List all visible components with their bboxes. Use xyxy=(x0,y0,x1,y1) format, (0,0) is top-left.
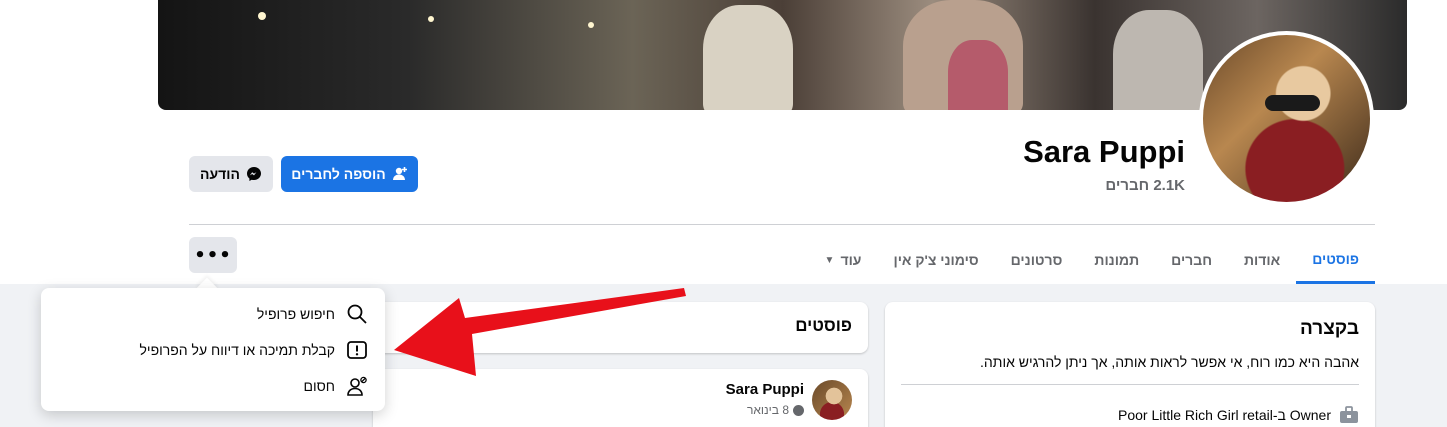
intro-divider xyxy=(901,384,1359,385)
tab-friends-label: חברים xyxy=(1171,252,1212,268)
profile-avatar[interactable] xyxy=(1199,31,1374,206)
tab-posts[interactable]: פוסטים xyxy=(1296,236,1375,284)
more-options-menu: חיפוש פרופיל קבלת תמיכה או דיווח על הפרו… xyxy=(41,288,385,411)
briefcase-icon xyxy=(1340,406,1358,423)
post-meta: 8 בינואר xyxy=(747,403,804,417)
post-date[interactable]: 8 בינואר xyxy=(747,403,789,417)
tab-photos-label: תמונות xyxy=(1094,252,1140,268)
menu-item-block[interactable]: חסום xyxy=(49,368,377,404)
intro-bio: אהבה היא כמו רוח, אי אפשר לראות אותה, אך… xyxy=(980,354,1359,370)
tab-photos[interactable]: תמונות xyxy=(1078,236,1155,284)
profile-name: Sara Puppi xyxy=(1023,134,1185,169)
intro-title: בקצרה xyxy=(1300,318,1359,339)
message-label: הודעה xyxy=(200,166,240,182)
menu-item-search-profile[interactable]: חיפוש פרופיל xyxy=(49,296,377,332)
menu-item-label: קבלת תמיכה או דיווח על הפרופיל xyxy=(139,342,335,358)
tab-videos[interactable]: סרטונים xyxy=(995,236,1079,284)
tab-more-label: עוד xyxy=(840,252,862,268)
post-author-avatar[interactable] xyxy=(812,380,852,420)
tab-more[interactable]: עוד ▼ xyxy=(809,236,878,284)
header-divider xyxy=(189,224,1375,225)
menu-item-label: חסום xyxy=(303,378,335,394)
report-icon xyxy=(345,338,369,362)
intro-work: Poor Little Rich Girl retail-ב Owner xyxy=(1118,407,1331,423)
caret-down-icon: ▼ xyxy=(824,254,835,266)
add-friend-icon xyxy=(392,167,407,180)
friends-count[interactable]: 2.1K חברים xyxy=(1105,177,1185,194)
tab-checkins[interactable]: סימוני צ'ק אין xyxy=(877,236,994,284)
tab-about[interactable]: אודות xyxy=(1228,236,1296,284)
profile-tabs: פוסטים אודות חברים תמונות סרטונים סימוני… xyxy=(809,236,1375,284)
intro-card: בקצרה אהבה היא כמו רוח, אי אפשר לראות או… xyxy=(885,302,1375,427)
tab-videos-label: סרטונים xyxy=(1010,252,1063,268)
tab-checkins-label: סימוני צ'ק אין xyxy=(893,252,979,268)
search-icon xyxy=(345,302,369,326)
add-friend-label: הוספה לחברים xyxy=(291,166,386,182)
block-user-icon xyxy=(345,374,369,398)
post-author[interactable]: Sara Puppi xyxy=(726,381,804,398)
menu-item-label: חיפוש פרופיל xyxy=(256,306,335,322)
more-options-button[interactable]: ••• xyxy=(189,237,237,273)
intro-work-row: Poor Little Rich Girl retail-ב Owner xyxy=(1118,406,1359,424)
annotation-arrow xyxy=(394,288,686,376)
tab-posts-label: פוסטים xyxy=(1312,250,1359,267)
add-friend-button[interactable]: הוספה לחברים xyxy=(281,156,418,192)
posts-title: פוסטים xyxy=(795,316,852,335)
menu-item-report-profile[interactable]: קבלת תמיכה או דיווח על הפרופיל xyxy=(49,332,377,368)
message-button[interactable]: הודעה xyxy=(189,156,273,192)
friends-count-label: חברים xyxy=(1105,177,1150,194)
friends-count-value: 2.1K xyxy=(1153,177,1185,194)
messenger-icon xyxy=(246,167,261,181)
tab-friends[interactable]: חברים xyxy=(1155,236,1228,284)
tab-about-label: אודות xyxy=(1244,252,1281,268)
globe-icon xyxy=(793,404,804,416)
